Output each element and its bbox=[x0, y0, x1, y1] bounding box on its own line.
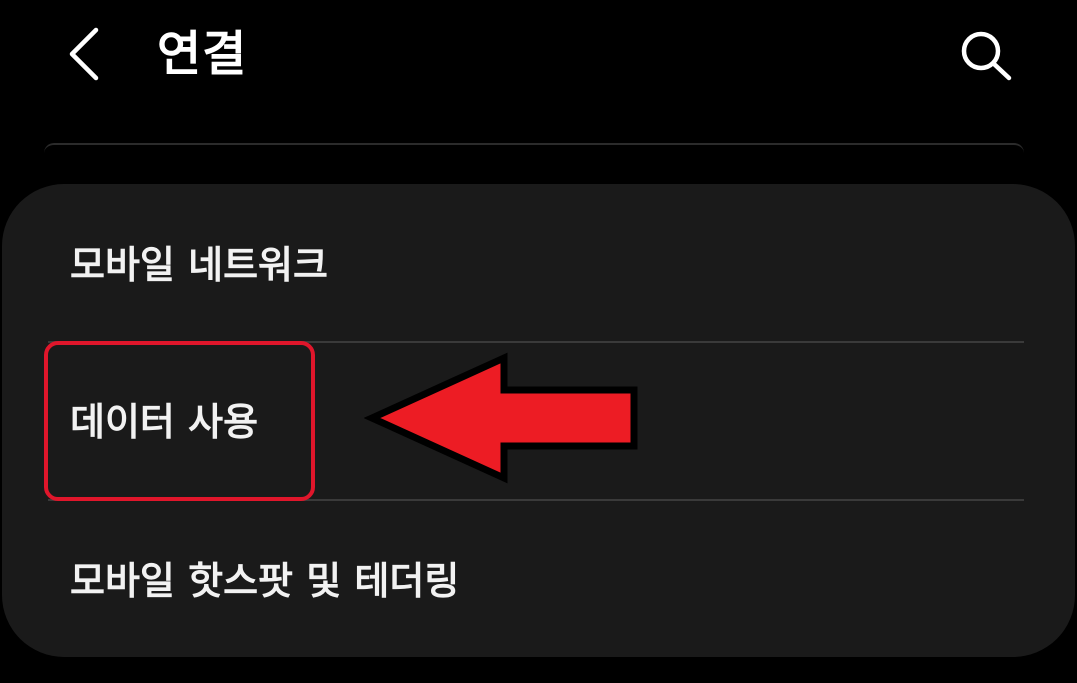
menu-item-mobile-network[interactable]: 모바일 네트워크 bbox=[2, 184, 1075, 341]
menu-item-label: 데이터 사용 bbox=[70, 400, 259, 444]
search-button[interactable] bbox=[955, 27, 1019, 83]
top-app-bar: 연결 bbox=[0, 0, 1077, 110]
menu-item-data-usage[interactable]: 데이터 사용 bbox=[2, 343, 1075, 500]
chevron-left-icon bbox=[69, 27, 99, 81]
settings-card: 모바일 네트워크 데이터 사용 모바일 핫스팟 및 테더링 bbox=[2, 184, 1075, 657]
settings-screen: 연결 모바일 네트워크 데이터 사용 모바일 핫스팟 및 테더링 bbox=[0, 0, 1077, 683]
menu-item-label: 모바일 핫스팟 및 테더링 bbox=[70, 559, 460, 603]
previous-card-edge bbox=[44, 143, 1024, 163]
menu-item-label: 모바일 네트워크 bbox=[70, 243, 328, 287]
back-button[interactable] bbox=[62, 26, 114, 82]
page-title: 연결 bbox=[157, 26, 248, 82]
search-icon bbox=[961, 31, 1012, 81]
menu-item-hotspot-tethering[interactable]: 모바일 핫스팟 및 테더링 bbox=[2, 501, 1075, 657]
